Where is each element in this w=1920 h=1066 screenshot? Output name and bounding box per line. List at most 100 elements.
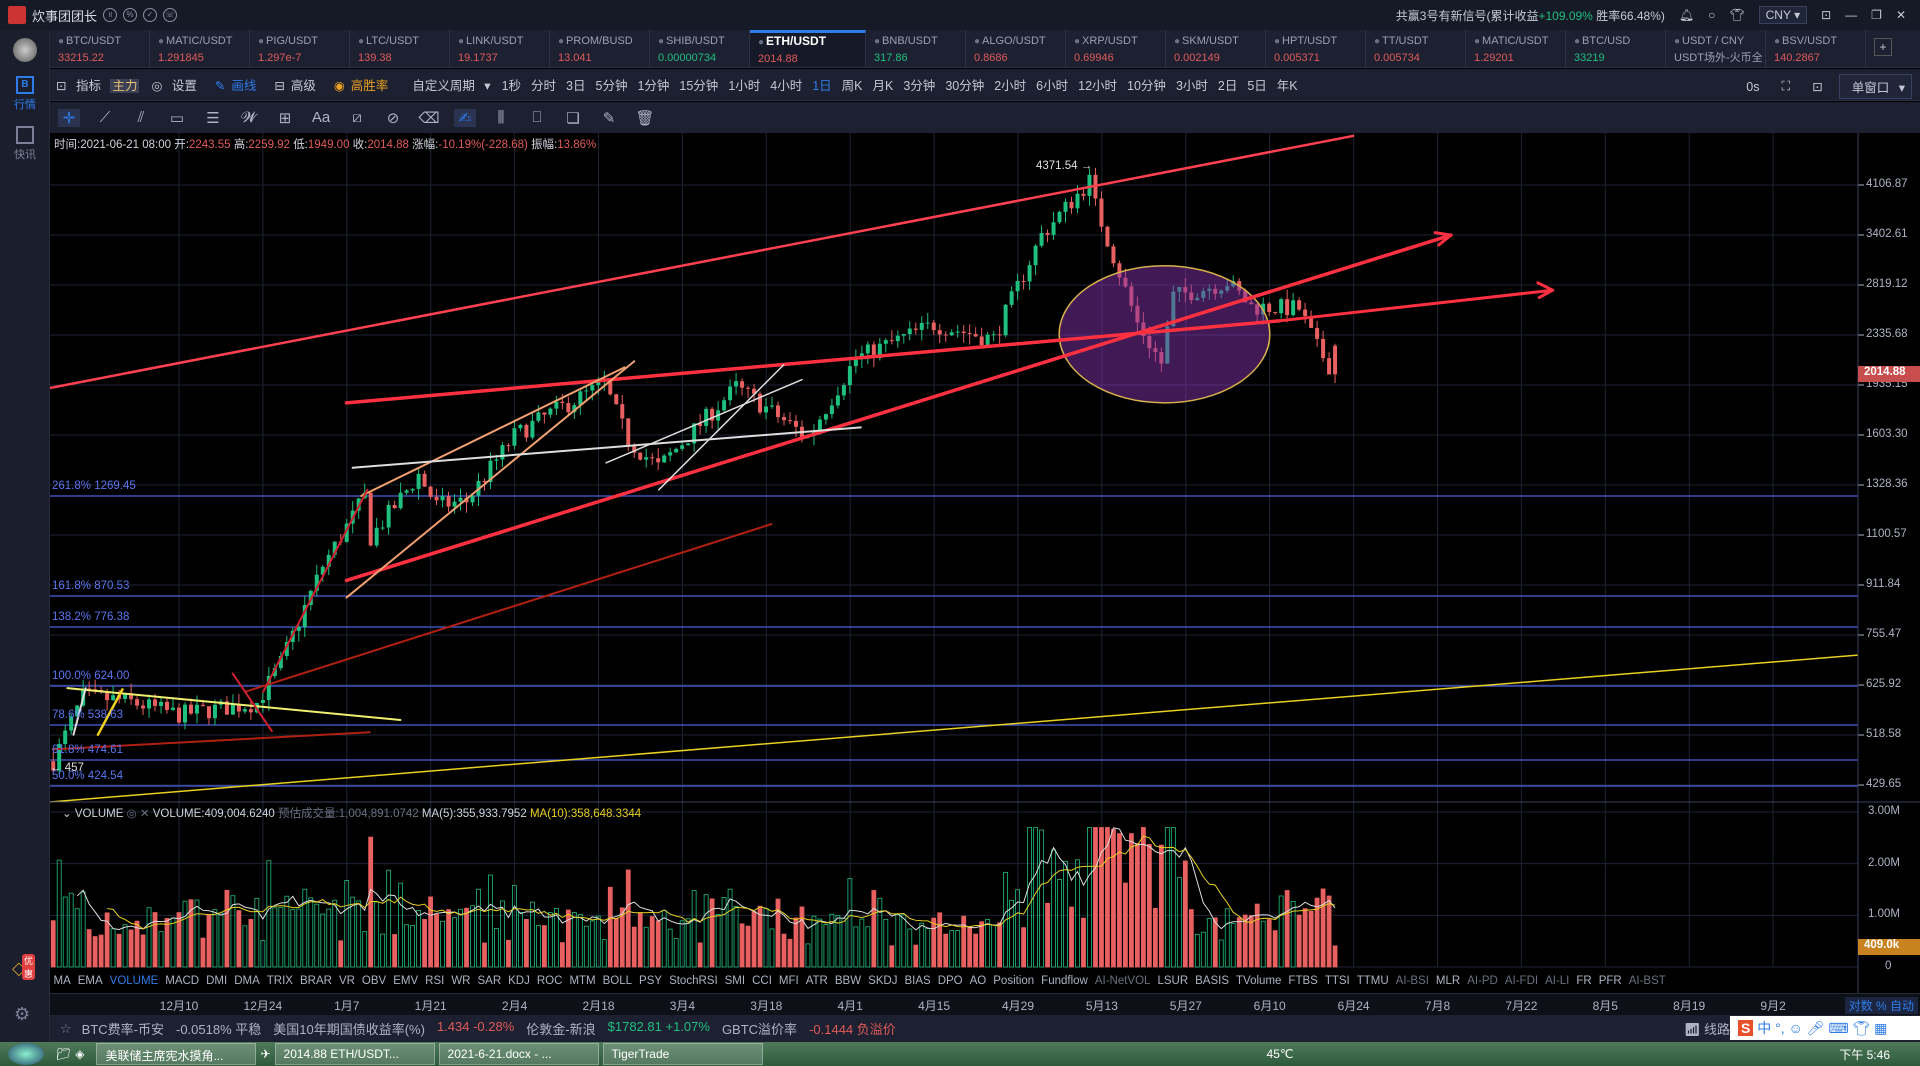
indicator-tab[interactable]: TTSI <box>1321 975 1353 993</box>
volume-bar[interactable] <box>673 938 679 968</box>
winrate-button[interactable]: ◉ 高胜率 <box>328 75 400 94</box>
volume-bar[interactable] <box>631 926 637 968</box>
volume-bar[interactable] <box>422 919 427 968</box>
candle-body[interactable] <box>1285 299 1290 316</box>
indicator-tab[interactable]: ROC <box>533 975 566 993</box>
candle-body[interactable] <box>770 405 775 407</box>
period-12[interactable]: 30分钟 <box>940 75 989 94</box>
time-axis[interactable]: 对数 % 自动 12月10 12月24 1月7 1月21 2月4 2月18 3月4 3月18 4月… <box>50 993 1920 1015</box>
candle-body[interactable] <box>135 699 140 706</box>
candle-body[interactable] <box>1075 193 1080 209</box>
volume-bar[interactable] <box>326 908 332 968</box>
volume-bar[interactable] <box>386 869 392 968</box>
candle-body[interactable] <box>638 452 643 460</box>
ticker-tab[interactable]: ALGO/USDT 0.8686 <box>966 30 1066 67</box>
candle-body[interactable] <box>458 497 463 502</box>
volume-bar[interactable] <box>559 942 565 968</box>
volume-bar[interactable] <box>859 918 865 968</box>
candle-body[interactable] <box>147 699 152 709</box>
trendline[interactable] <box>262 488 369 693</box>
volume-bar[interactable] <box>1152 908 1158 968</box>
volume-bar[interactable] <box>865 926 871 968</box>
volume-bar[interactable] <box>601 939 607 968</box>
volume-bar[interactable] <box>50 920 56 968</box>
volume-bar[interactable] <box>218 912 224 968</box>
ticker-tab[interactable]: LTC/USDT 139.38 <box>350 30 450 67</box>
volume-bar[interactable] <box>1176 877 1182 968</box>
candle-body[interactable] <box>105 691 110 701</box>
candle-body[interactable] <box>979 336 984 346</box>
indicator-tab[interactable]: VOLUME <box>106 975 162 993</box>
volume-bar[interactable] <box>613 917 619 968</box>
compass-icon[interactable]: ✓ <box>143 8 158 22</box>
candle-body[interactable] <box>680 445 685 449</box>
candle-body[interactable] <box>997 334 1002 336</box>
volume-bar[interactable] <box>793 917 799 968</box>
volume-bar[interactable] <box>194 899 200 968</box>
volume-bar[interactable] <box>212 909 218 968</box>
volume-bar[interactable] <box>637 912 643 968</box>
start-button[interactable] <box>8 1043 44 1065</box>
collapse-icon[interactable]: ⌄ <box>62 808 72 820</box>
period-5[interactable]: 15分钟 <box>674 75 723 94</box>
volume-bar[interactable] <box>745 925 751 968</box>
volume-bar[interactable] <box>823 924 829 968</box>
highlight-ellipse[interactable] <box>1058 264 1271 404</box>
indicator-tab[interactable]: DMI <box>203 975 231 993</box>
indicator-tab[interactable]: MLR <box>1432 975 1463 993</box>
volume-bar[interactable] <box>1135 843 1140 968</box>
volume-bar[interactable] <box>1326 895 1332 968</box>
candle-body[interactable] <box>1315 327 1320 339</box>
period-1[interactable]: 分时 <box>526 75 561 94</box>
indicator-tab[interactable]: ATR <box>802 975 831 993</box>
candle-body[interactable] <box>841 385 846 396</box>
volume-bar[interactable] <box>805 943 811 968</box>
candle-body[interactable] <box>973 333 978 337</box>
taskbar-item[interactable]: 2021-6-21.docx - ... <box>438 1043 599 1065</box>
ticker-tab[interactable]: MATIC/USDT 1.29201 <box>1466 30 1566 67</box>
ime-toolbar[interactable]: S 中 °, ☺ 🎤︎ ⌨ 👕︎ ▦ <box>1730 1016 1920 1040</box>
candle-body[interactable] <box>829 405 834 415</box>
volume-bar[interactable] <box>362 931 368 968</box>
candle-body[interactable] <box>1021 280 1026 282</box>
indicator-tab[interactable]: Position <box>990 975 1038 993</box>
candle-body[interactable] <box>506 445 511 447</box>
volume-bar[interactable] <box>931 917 937 968</box>
volume-bar[interactable] <box>889 945 895 968</box>
volume-bar[interactable] <box>146 907 152 968</box>
candle-body[interactable] <box>536 412 541 421</box>
indicator-tab[interactable]: EMA <box>74 975 106 993</box>
volume-bar[interactable] <box>979 921 985 968</box>
candle-body[interactable] <box>494 459 499 461</box>
maximize-button[interactable]: ❐ <box>1871 8 1882 22</box>
volume-bar[interactable] <box>937 912 943 968</box>
candle-body[interactable] <box>949 332 954 336</box>
candle-body[interactable] <box>159 701 164 706</box>
candle-body[interactable] <box>1003 304 1008 336</box>
indicator-tab[interactable]: EMV <box>390 975 422 993</box>
indicator-tab[interactable]: BASIS <box>1192 975 1233 993</box>
popout-icon[interactable]: ⊡ <box>1806 79 1828 94</box>
candle-body[interactable] <box>835 395 840 406</box>
period-15[interactable]: 12小时 <box>1073 75 1122 94</box>
candle-body[interactable] <box>111 695 116 701</box>
indicator-tab[interactable]: OBV <box>358 975 389 993</box>
indicator-tab[interactable]: TVolume <box>1233 975 1285 993</box>
volume-bar[interactable] <box>428 896 433 968</box>
candle-body[interactable] <box>1039 233 1044 246</box>
candle-body[interactable] <box>889 340 894 342</box>
channel-line[interactable] <box>345 360 636 599</box>
volume-bar[interactable] <box>943 933 949 968</box>
volume-bar[interactable] <box>494 928 499 968</box>
volume-bar[interactable] <box>739 923 745 968</box>
volume-bar[interactable] <box>949 930 955 968</box>
candle-body[interactable] <box>1297 300 1302 310</box>
volume-bar[interactable] <box>434 913 439 968</box>
indicator-tab[interactable]: AI-PD <box>1464 975 1502 993</box>
ticker-tab[interactable]: HPT/USDT 0.005371 <box>1266 30 1366 67</box>
volume-bar[interactable] <box>913 944 919 968</box>
period-6[interactable]: 1小时 <box>723 75 765 94</box>
candle-body[interactable] <box>614 394 619 405</box>
search-icon[interactable]: ○ <box>1708 8 1715 22</box>
add-ticker-button[interactable]: + <box>1874 38 1892 56</box>
